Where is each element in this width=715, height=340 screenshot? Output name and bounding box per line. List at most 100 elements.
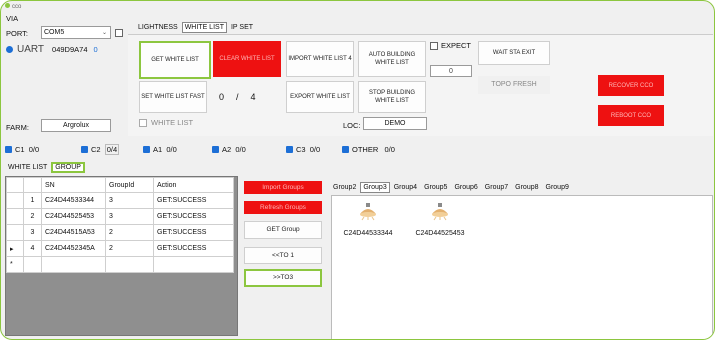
group-table-panel: SN GroupId Action 1 C24D44533344 3 GET:S… — [5, 176, 238, 336]
cell-sn[interactable]: C24D44525453 — [41, 208, 106, 225]
topo-fresh-button[interactable]: TOPO FRESH — [478, 76, 550, 94]
tab-lightness[interactable]: LIGHTNESS — [135, 22, 181, 33]
move-to-1-button[interactable]: <<TO 1 — [244, 247, 322, 264]
loc-input[interactable]: DEMO — [363, 117, 427, 130]
cell-groupid[interactable]: 2 — [105, 224, 154, 241]
c3-checkbox[interactable] — [286, 146, 293, 153]
export-white-list-button[interactable]: EXPORT WHITE LIST — [286, 81, 354, 113]
stat-a1: A1 0/0 — [143, 145, 212, 154]
reboot-cco-button[interactable]: REBOOT CCO — [598, 105, 664, 126]
expect-input[interactable]: 0 — [430, 65, 472, 77]
top-tabs: LIGHTNESS WHITE LIST IP SET — [135, 22, 256, 33]
stats-row: C1 0/0 C2 0/4 A1 0/0 A2 0/0 C3 0/0 OTHER… — [5, 144, 395, 155]
recover-cco-button[interactable]: RECOVER CCO — [598, 75, 664, 96]
row-index — [23, 256, 42, 273]
import-groups-button[interactable]: Import Groups — [244, 181, 322, 194]
farm-label: FARM: — [6, 123, 29, 132]
other-checkbox[interactable] — [342, 146, 349, 153]
loc-label: LOC: — [343, 121, 361, 130]
sub-tabs: WHITE LIST GROUP — [5, 162, 85, 173]
wait-sta-exit-button[interactable]: WAIT STA EXIT — [478, 41, 550, 65]
table-row[interactable]: 2 C24D44525453 3 GET:SUCCESS — [6, 208, 234, 225]
cell-action[interactable]: GET:SUCCESS — [153, 192, 234, 209]
tab-group7[interactable]: Group7 — [482, 182, 511, 193]
lamp-icon — [360, 203, 376, 221]
cell-groupid[interactable]: 3 — [105, 192, 154, 209]
a2-checkbox[interactable] — [212, 146, 219, 153]
stop-building-button[interactable]: STOP BUILDING WHITE LIST — [358, 81, 426, 113]
uart-label: UART — [17, 44, 45, 55]
port-checkbox[interactable] — [115, 29, 123, 37]
tab-white-list[interactable]: WHITE LIST — [181, 22, 227, 33]
move-to-3-button[interactable]: >>TO3 — [244, 269, 322, 287]
table-row[interactable]: ▸ 4 C24D4452345A 2 GET:SUCCESS — [6, 240, 234, 257]
group3-panel: C24D44533344 C24D44525453 — [331, 195, 713, 339]
table-row[interactable]: * — [6, 256, 234, 273]
refresh-groups-button[interactable]: Refresh Groups — [244, 201, 322, 214]
tab-group6[interactable]: Group6 — [451, 182, 480, 193]
row-index: 4 — [23, 240, 42, 257]
cell-groupid[interactable] — [105, 256, 154, 273]
clear-white-list-button[interactable]: CLEAR WHITE LIST — [213, 41, 281, 77]
expect-row: EXPECT — [430, 41, 471, 50]
tab-group5[interactable]: Group5 — [421, 182, 450, 193]
white-list-checkbox[interactable] — [139, 118, 147, 127]
row-marker — [6, 192, 24, 209]
row-marker — [6, 224, 24, 241]
table-header-row: SN GroupId Action — [6, 177, 234, 193]
c2-checkbox[interactable] — [81, 146, 88, 153]
port-select[interactable]: COM5 ⌄ — [41, 26, 111, 39]
cell-sn[interactable]: C24D44515A53 — [41, 224, 106, 241]
lamp-item[interactable]: C24D44525453 — [412, 202, 468, 237]
uart-count: 0 — [93, 45, 98, 54]
stat-other: OTHER 0/0 — [342, 145, 395, 154]
lamp-item[interactable]: C24D44533344 — [340, 202, 396, 237]
import-white-list-button[interactable]: IMPORT WHITE LIST 4 — [286, 41, 354, 77]
lamp-sn: C24D44533344 — [343, 230, 393, 237]
tab-group[interactable]: GROUP — [51, 162, 85, 173]
get-white-list-button[interactable]: GET WHITE LIST — [139, 41, 211, 79]
header-groupid[interactable]: GroupId — [105, 177, 154, 193]
header-sn[interactable]: SN — [41, 177, 106, 193]
cell-sn[interactable] — [41, 256, 106, 273]
uart-radio[interactable] — [6, 46, 13, 53]
whitelist-counter: 0 / 4 — [219, 92, 256, 102]
stat-c1: C1 0/0 — [5, 145, 81, 154]
cell-action[interactable]: GET:SUCCESS — [153, 240, 234, 257]
tab-group3[interactable]: Group3 — [360, 182, 390, 193]
cell-groupid[interactable]: 2 — [105, 240, 154, 257]
counter-total: 4 — [250, 92, 256, 102]
tab-group9[interactable]: Group9 — [543, 182, 572, 193]
expect-checkbox[interactable] — [430, 41, 438, 50]
chevron-down-icon: ⌄ — [101, 30, 107, 36]
a1-checkbox[interactable] — [143, 146, 150, 153]
window-title: cco — [5, 3, 21, 10]
table-row[interactable]: 3 C24D44515A53 2 GET:SUCCESS — [6, 224, 234, 241]
lamp-icon — [432, 203, 448, 221]
tab-group8[interactable]: Group8 — [512, 182, 541, 193]
tab-ip-set[interactable]: IP SET — [228, 22, 256, 33]
cell-groupid[interactable]: 3 — [105, 208, 154, 225]
c1-checkbox[interactable] — [5, 146, 12, 153]
tab-white-list-sub[interactable]: WHITE LIST — [5, 162, 50, 173]
cell-action[interactable] — [153, 256, 234, 273]
tab-group4[interactable]: Group4 — [391, 182, 420, 193]
auto-building-button[interactable]: AUTO BUILDING WHITE LIST — [358, 41, 426, 77]
table-row[interactable]: 1 C24D44533344 3 GET:SUCCESS — [6, 192, 234, 209]
port-label: PORT: — [6, 29, 28, 38]
cell-sn[interactable]: C24D44533344 — [41, 192, 106, 209]
tab-group2[interactable]: Group2 — [330, 182, 359, 193]
via-label: VIA — [6, 14, 19, 23]
white-list-label: WHITE LIST — [151, 118, 194, 127]
stat-c2: C2 0/4 — [81, 144, 143, 155]
get-group-button[interactable]: GET Group — [244, 221, 322, 239]
cell-action[interactable]: GET:SUCCESS — [153, 224, 234, 241]
header-action[interactable]: Action — [153, 177, 234, 193]
farm-input[interactable]: Argrolux — [41, 119, 111, 132]
row-index: 2 — [23, 208, 42, 225]
counter-current: 0 — [219, 92, 225, 102]
cell-sn[interactable]: C24D4452345A — [41, 240, 106, 257]
stat-a2: A2 0/0 — [212, 145, 286, 154]
set-white-list-fast-button[interactable]: SET WHITE LIST FAST — [139, 81, 207, 113]
cell-action[interactable]: GET:SUCCESS — [153, 208, 234, 225]
